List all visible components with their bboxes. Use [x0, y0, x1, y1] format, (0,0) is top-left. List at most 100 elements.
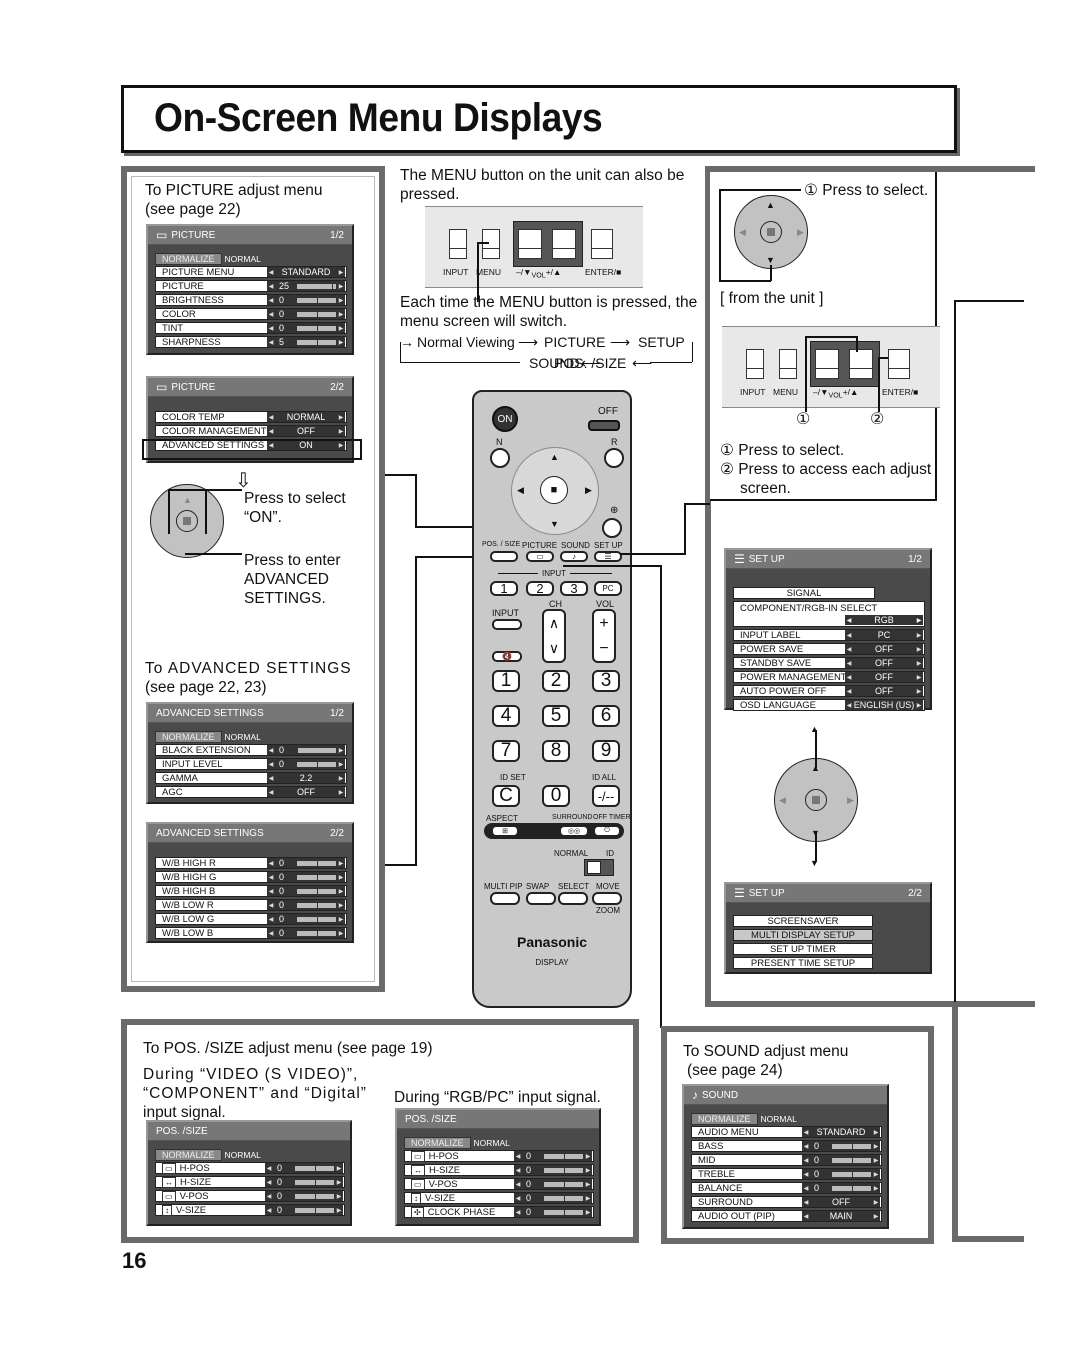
select-button[interactable] — [558, 892, 588, 905]
value-control[interactable]: ◀ OFF ▶ — [845, 686, 923, 696]
left-arrow-icon[interactable]: ◀ — [267, 789, 275, 796]
recall-button[interactable] — [602, 518, 622, 538]
left-arrow-icon[interactable]: ◀ — [267, 874, 275, 881]
right-arrow-icon[interactable]: ▶ — [872, 1185, 880, 1192]
slider-bar[interactable] — [297, 888, 336, 894]
left-arrow-icon[interactable]: ◀ — [845, 702, 853, 709]
value-control[interactable]: ◀ 0 ▶ — [267, 928, 345, 938]
value-control[interactable]: ◀ 0 ▶ — [267, 309, 345, 319]
right-arrow-icon[interactable]: ▶ — [584, 1153, 592, 1160]
value-control[interactable]: ◀ OFF ▶ — [267, 426, 345, 436]
unit-input-button[interactable] — [746, 349, 764, 379]
menu-row[interactable]: SURROUND ◀ OFF ▶ — [691, 1196, 882, 1208]
unit-enter-button[interactable] — [591, 229, 613, 259]
right-arrow-icon[interactable]: ▶ — [335, 1193, 343, 1200]
left-arrow-icon[interactable]: ◀ — [845, 660, 853, 667]
left-arrow-icon[interactable]: ◀ — [267, 428, 275, 435]
aspect-button[interactable]: ⊞ — [492, 826, 518, 836]
value-control[interactable]: ◀ STANDARD ▶ — [267, 267, 345, 277]
slider-bar[interactable] — [832, 1171, 871, 1177]
slider-bar[interactable] — [297, 902, 336, 908]
left-arrow-icon[interactable]: ◀ — [514, 1195, 522, 1202]
value-control[interactable]: ◀ MAIN ▶ — [802, 1211, 880, 1221]
slider-bar[interactable] — [297, 930, 336, 936]
value-control[interactable]: ◀ 0 ▶ — [514, 1207, 592, 1217]
slider-bar[interactable] — [295, 1207, 334, 1213]
slider-thumb[interactable] — [316, 325, 318, 331]
value-control[interactable]: ◀ 0 ▶ — [802, 1183, 880, 1193]
value-control[interactable]: ◀ OFF ▶ — [845, 672, 923, 682]
value-control[interactable]: ◀ 0 ▶ — [265, 1163, 343, 1173]
value-control[interactable]: ◀ 0 ▶ — [267, 759, 345, 769]
setup-menu-item[interactable]: SCREENSAVER — [733, 915, 873, 927]
value-control[interactable]: ◀ 0 ▶ — [267, 914, 345, 924]
left-arrow-icon[interactable]: ◀ — [802, 1199, 810, 1206]
left-arrow-icon[interactable]: ◀ — [802, 1185, 810, 1192]
right-arrow-icon[interactable]: ▶ — [337, 747, 345, 754]
menu-row[interactable]: ↔ H-SIZE ◀ 0 ▶ — [404, 1164, 594, 1176]
menu-row[interactable]: COLOR ◀ 0 ▶ — [155, 308, 347, 320]
value-control[interactable]: ◀ 0 ▶ — [265, 1177, 343, 1187]
picture-button[interactable]: ▭ — [526, 551, 554, 562]
right-arrow-icon[interactable]: ▶ — [337, 414, 345, 421]
menu-row[interactable]: TREBLE ◀ 0 ▶ — [691, 1168, 882, 1180]
right-arrow-icon[interactable]: ▶ — [337, 283, 345, 290]
slider-thumb[interactable] — [563, 1195, 565, 1201]
menu-row[interactable]: ↕ V-SIZE ◀ 0 ▶ — [404, 1192, 594, 1204]
menu-row[interactable]: W/B LOW G ◀ 0 ▶ — [155, 913, 347, 925]
right-arrow-icon[interactable]: ▶ — [337, 930, 345, 937]
menu-row[interactable]: COLOR TEMP ◀ NORMAL ▶ — [155, 411, 347, 423]
value-control[interactable]: ◀ 0 ▶ — [267, 872, 345, 882]
slider-bar[interactable] — [297, 747, 336, 753]
slider-bar[interactable] — [544, 1195, 583, 1201]
right-arrow-icon[interactable]: ▶ — [915, 702, 923, 709]
key-5[interactable]: 5 — [542, 705, 570, 727]
menu-row[interactable]: PICTURE MENU ◀ STANDARD ▶ — [155, 266, 347, 278]
value-control[interactable]: ◀ 0 ▶ — [267, 886, 345, 896]
right-arrow-icon[interactable]: ▶ — [584, 1181, 592, 1188]
menu-row[interactable]: W/B LOW B ◀ 0 ▶ — [155, 927, 347, 939]
left-arrow-icon[interactable]: ◀ — [514, 1209, 522, 1216]
key-6[interactable]: 6 — [592, 705, 620, 727]
slider-bar[interactable] — [297, 297, 336, 303]
left-arrow-icon[interactable]: ◀ — [267, 930, 275, 937]
left-arrow-icon[interactable]: ◀ — [802, 1157, 810, 1164]
right-arrow-icon[interactable]: ▶ — [872, 1213, 880, 1220]
slider-thumb[interactable] — [851, 1143, 853, 1149]
right-arrow-icon[interactable]: ▶ — [337, 916, 345, 923]
slider-thumb[interactable] — [314, 1193, 316, 1199]
slider-thumb[interactable] — [851, 1157, 853, 1163]
slider-bar[interactable] — [297, 860, 336, 866]
key-2[interactable]: 2 — [542, 670, 570, 692]
value-control[interactable]: ◀ OFF ▶ — [845, 644, 923, 654]
left-arrow-icon[interactable]: ◀ — [267, 775, 275, 782]
component-select-row[interactable]: COMPONENT/RGB-IN SELECT ◀ RGB ▶ — [733, 601, 925, 627]
r-button[interactable] — [604, 448, 624, 468]
dpad-picture[interactable]: ▲ — [150, 484, 224, 558]
value-control[interactable]: ◀ 0 ▶ — [802, 1141, 880, 1151]
input-pc-button[interactable]: PC — [594, 581, 622, 596]
menu-row[interactable]: TINT ◀ 0 ▶ — [155, 322, 347, 334]
value-control[interactable]: ◀ 0 ▶ — [265, 1191, 343, 1201]
slider-thumb[interactable] — [316, 311, 318, 317]
right-arrow-icon[interactable]: ▶ — [872, 1143, 880, 1150]
pos-size-button[interactable] — [490, 551, 518, 562]
slider-bar[interactable] — [832, 1143, 871, 1149]
move-button[interactable] — [592, 892, 622, 905]
slider-thumb[interactable] — [297, 747, 298, 753]
menu-row[interactable]: INPUT LABEL ◀ PC ▶ — [733, 629, 925, 641]
unit-vol-down-button[interactable] — [815, 349, 839, 379]
slider-thumb[interactable] — [316, 902, 318, 908]
value-control[interactable]: ◀ 0 ▶ — [265, 1205, 343, 1215]
key-4[interactable]: 4 — [492, 705, 520, 727]
right-arrow-icon[interactable]: ▶ — [337, 428, 345, 435]
normalize-button[interactable]: NORMALIZE — [155, 730, 222, 743]
menu-row[interactable]: MID ◀ 0 ▶ — [691, 1154, 882, 1166]
slider-thumb[interactable] — [316, 339, 318, 345]
left-arrow-icon[interactable]: ◀ — [845, 688, 853, 695]
value-control[interactable]: ◀ NORMAL ▶ — [267, 412, 345, 422]
slider-thumb[interactable] — [316, 874, 318, 880]
menu-row[interactable]: BRIGHTNESS ◀ 0 ▶ — [155, 294, 347, 306]
left-arrow-icon[interactable]: ◀ — [845, 632, 853, 639]
n-button[interactable] — [490, 448, 510, 468]
